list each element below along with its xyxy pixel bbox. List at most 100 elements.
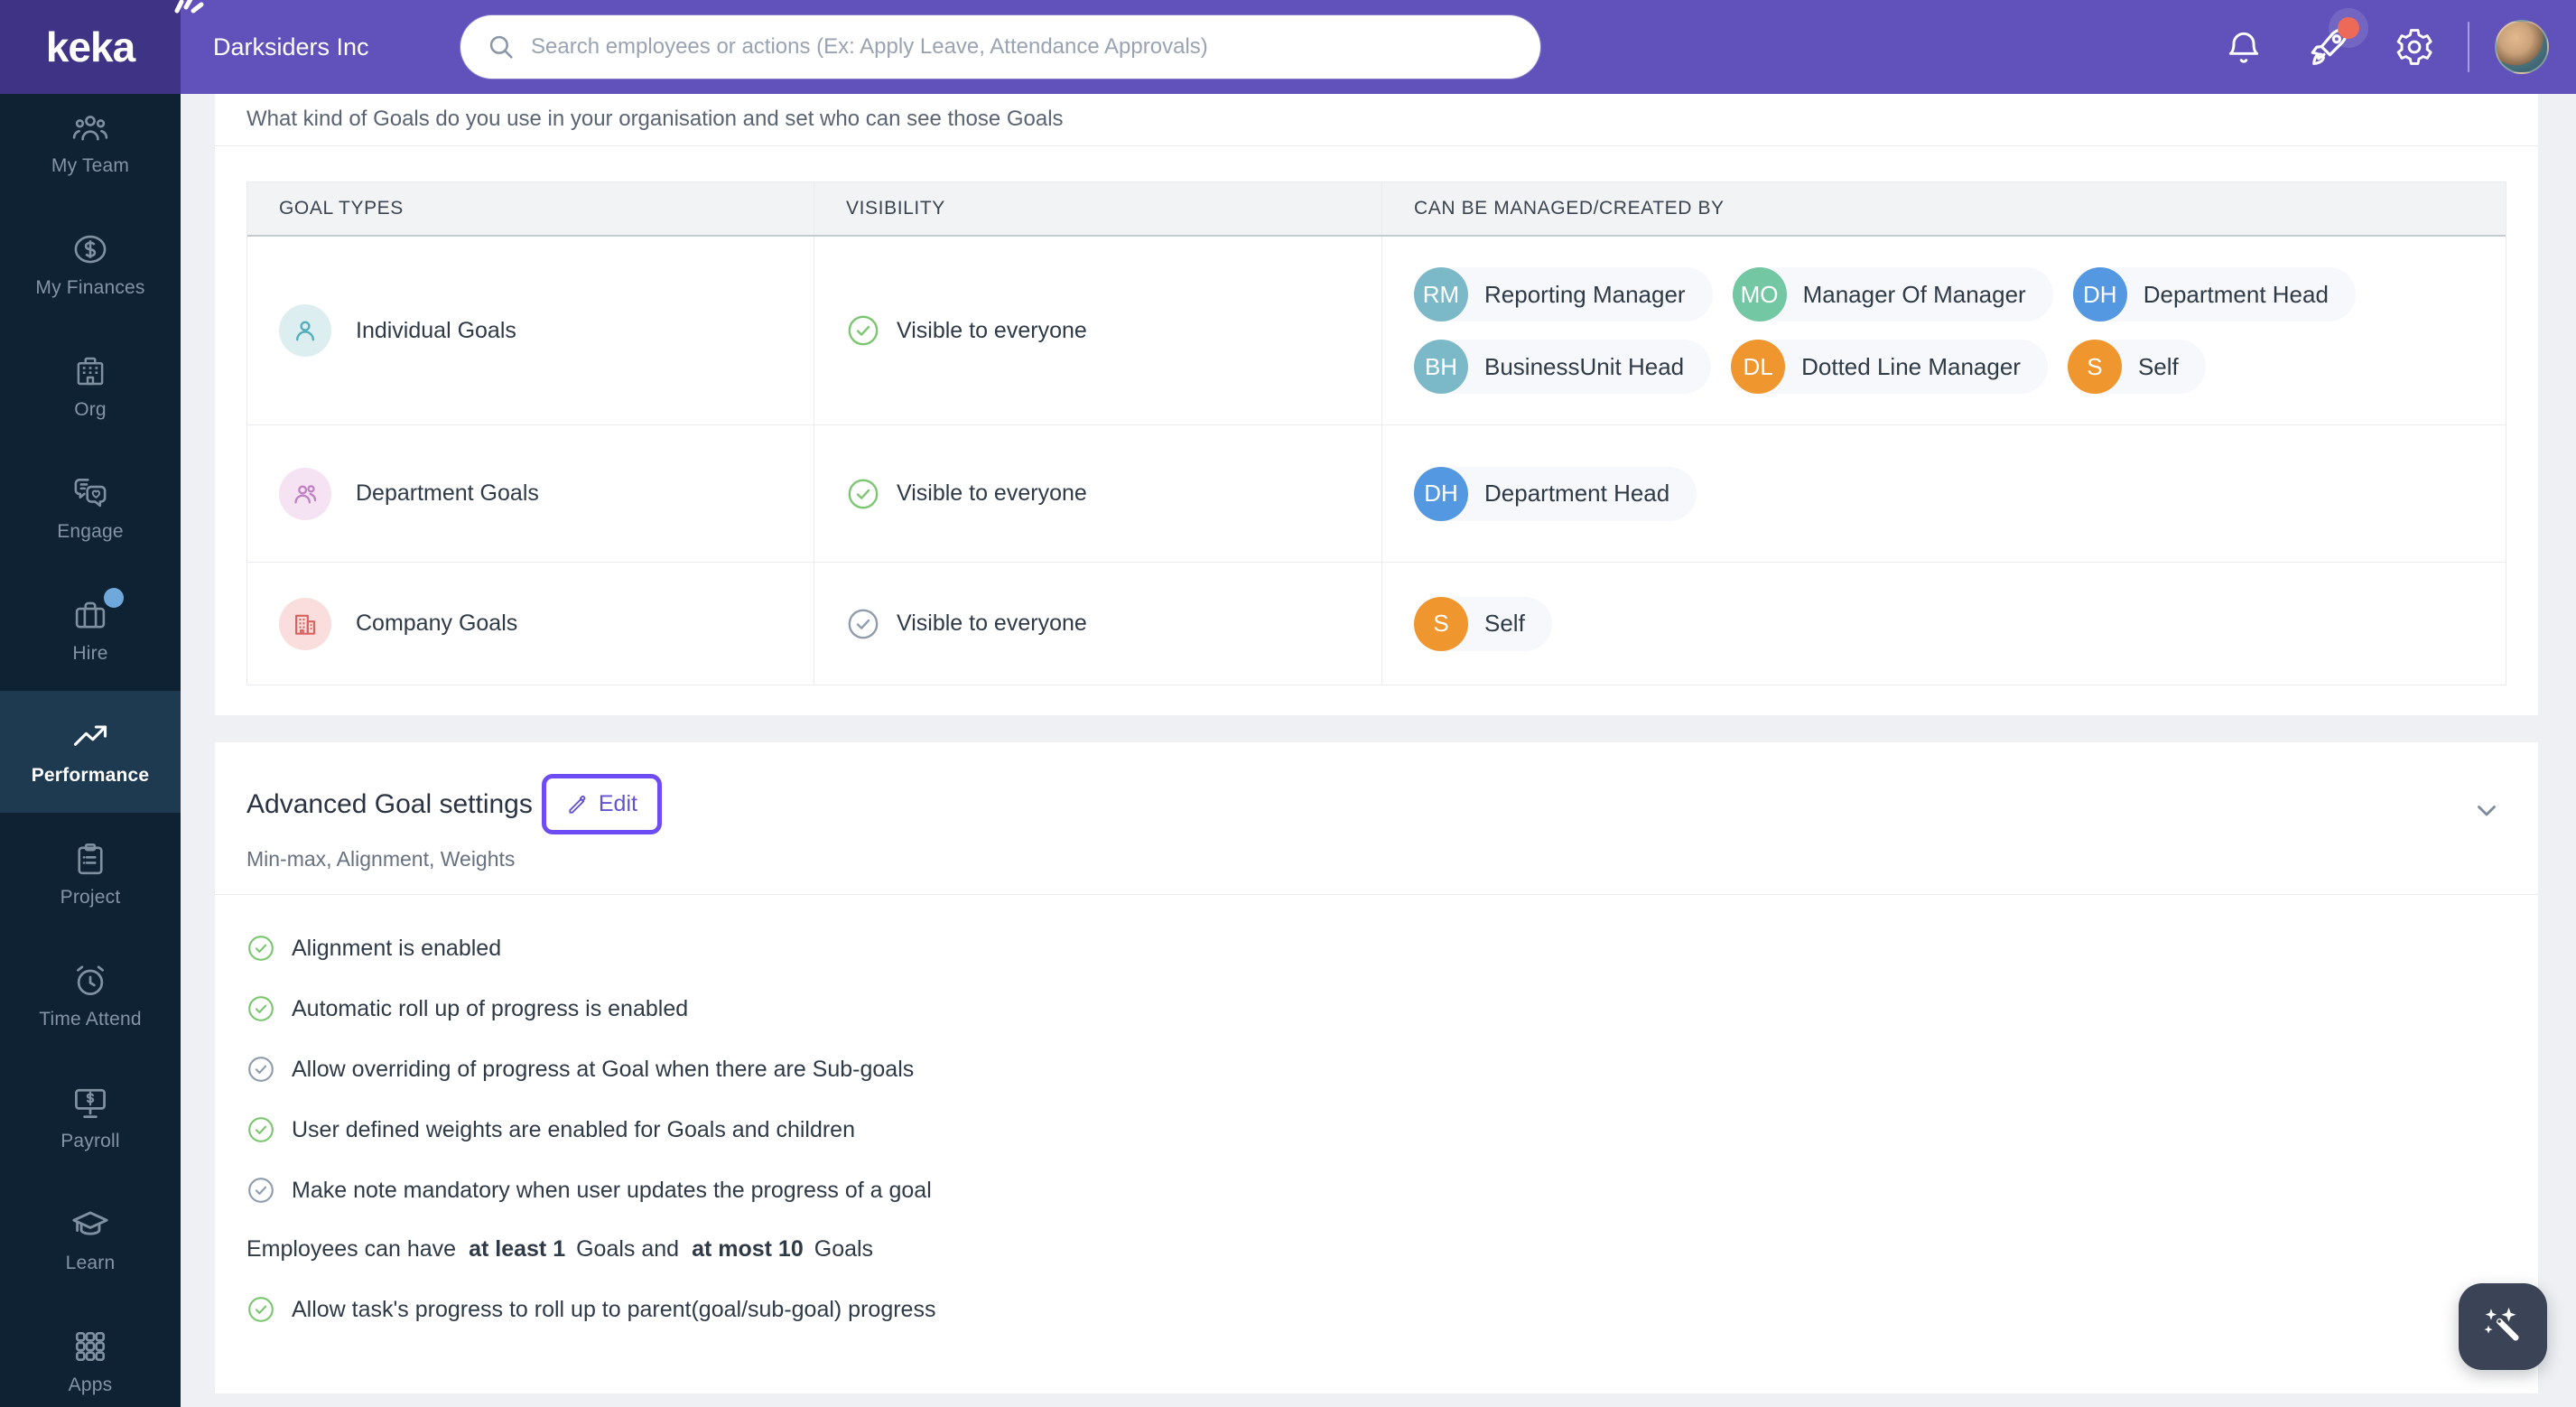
goal-type-label: Individual Goals	[356, 317, 516, 343]
setting-item-label: Make note mandatory when user updates th…	[292, 1177, 932, 1203]
sidebar-item-org[interactable]: Org	[0, 325, 181, 447]
edit-button-label: Edit	[598, 791, 637, 816]
sidebar-item-label: Payroll	[60, 1131, 120, 1151]
manager-badge: DH Department Head	[2072, 267, 2356, 321]
badge-label: Reporting Manager	[1484, 280, 1686, 308]
setting-item-label: Automatic roll up of progress is enabled	[292, 995, 689, 1021]
column-header-goal-types: GOAL TYPES	[247, 182, 814, 235]
payroll-icon	[70, 1083, 110, 1123]
global-search[interactable]	[460, 15, 1540, 79]
collapse-section-button[interactable]	[2462, 786, 2511, 839]
badge-label: Manager Of Manager	[1802, 280, 2026, 308]
logo-sparkle-icon	[174, 0, 204, 14]
sidebar-item-engage[interactable]: Engage	[0, 447, 181, 569]
badge-initials: MO	[1732, 267, 1787, 321]
employees-max-goals: at most 10	[692, 1235, 804, 1262]
setting-item-label: Allow overriding of progress at Goal whe…	[292, 1056, 915, 1082]
goal-types-subtitle: What kind of Goals do you use in your or…	[246, 107, 1064, 131]
badge-initials: BH	[1414, 340, 1468, 394]
badge-initials: DH	[1414, 466, 1468, 521]
advanced-goal-settings-card: Advanced Goal settings Edit Min-max, Ali…	[215, 742, 2538, 1393]
badge-label: Self	[1484, 610, 1525, 637]
settings-gear-icon[interactable]	[2394, 26, 2435, 68]
badge-label: BusinessUnit Head	[1484, 352, 1685, 380]
chevron-down-icon	[2478, 806, 2496, 816]
check-circle-icon	[248, 1057, 274, 1082]
sidebar-item-label: Hire	[72, 643, 108, 664]
employees-goal-limits-line: Employees can have at least 1 Goals and …	[246, 1235, 2506, 1263]
sidebar-item-performance[interactable]: Performance	[0, 691, 181, 813]
company-name: Darksiders Inc	[213, 33, 369, 61]
manager-badge: BH BusinessUnit Head	[1414, 340, 1712, 394]
employees-min-goals: at least 1	[469, 1235, 566, 1262]
person-icon	[279, 304, 331, 357]
announcements-rocket-icon[interactable]	[2307, 17, 2359, 70]
notifications-bell-icon[interactable]	[2224, 27, 2264, 67]
divider	[215, 894, 2538, 895]
topbar-actions	[2224, 0, 2549, 94]
setting-item-label: Alignment is enabled	[292, 935, 502, 961]
sidebar-item-payroll[interactable]: Payroll	[0, 1057, 181, 1179]
sidebar-item-hire[interactable]: Hire	[0, 569, 181, 691]
check-circle-icon	[248, 1297, 274, 1322]
advanced-settings-subtitle: Min-max, Alignment, Weights	[246, 847, 516, 871]
topbar: keka Darksiders Inc	[0, 0, 2576, 94]
hire-icon	[71, 588, 124, 635]
goal-type-label: Department Goals	[356, 480, 539, 506]
advanced-settings-list: Alignment is enabled Automatic roll up o…	[215, 935, 2538, 1323]
manager-badge: RM Reporting Manager	[1414, 267, 1713, 321]
topbar-divider	[2468, 22, 2469, 72]
column-header-visibility: VISIBILITY	[814, 182, 1382, 235]
sidebar-item-project[interactable]: Project	[0, 813, 181, 935]
manager-badge: MO Manager Of Manager	[1732, 267, 2053, 321]
setting-item: User defined weights are enabled for Goa…	[246, 1116, 2506, 1143]
sidebar-item-apps[interactable]: Apps	[0, 1300, 181, 1407]
learn-icon	[70, 1205, 111, 1244]
badge-label: Department Head	[1484, 480, 1670, 507]
advanced-settings-title: Advanced Goal settings	[246, 788, 533, 819]
table-row-company-goals: Company Goals Visible to everyone S Self	[247, 563, 2506, 685]
sidebar-item-time-attend[interactable]: Time Attend	[0, 935, 181, 1057]
user-avatar[interactable]	[2495, 20, 2549, 74]
badge-initials: DH	[2072, 267, 2127, 321]
visibility-label: Visible to everyone	[897, 480, 1087, 506]
sidebar-item-label: Apps	[68, 1374, 113, 1395]
setting-item-label: User defined weights are enabled for Goa…	[292, 1116, 855, 1142]
badge-initials: S	[2067, 340, 2122, 394]
search-icon	[489, 35, 513, 59]
assistant-wand-button[interactable]	[2459, 1283, 2547, 1370]
manager-badge: S Self	[2067, 340, 2206, 394]
employees-line-mid: Goals and	[576, 1235, 680, 1262]
apps-icon	[71, 1327, 109, 1366]
edit-button[interactable]: Edit	[541, 774, 662, 834]
search-input[interactable]	[531, 34, 1515, 60]
setting-item: Allow overriding of progress at Goal whe…	[246, 1056, 2506, 1083]
sidebar-item-label: Org	[74, 399, 107, 420]
sidebar-item-label: Performance	[31, 765, 150, 786]
engage-icon	[70, 473, 110, 513]
employees-line-prefix: Employees can have	[246, 1235, 457, 1262]
setting-item: Alignment is enabled	[246, 935, 2506, 962]
main-content: What kind of Goals do you use in your or…	[181, 94, 2576, 1407]
goal-type-label: Company Goals	[356, 610, 518, 636]
setting-item: Allow task's progress to roll up to pare…	[246, 1296, 2506, 1323]
check-circle-icon	[248, 1117, 274, 1142]
setting-item: Make note mandatory when user updates th…	[246, 1177, 2506, 1204]
magic-wand-icon	[2484, 1307, 2519, 1341]
sidebar-item-learn[interactable]: Learn	[0, 1179, 181, 1300]
badge-label: Dotted Line Manager	[1801, 352, 2021, 380]
manager-badge: S Self	[1414, 596, 1552, 651]
setting-item: Automatic roll up of progress is enabled	[246, 995, 2506, 1022]
sidebar-item-my-finances[interactable]: My Finances	[0, 203, 181, 325]
keka-logo[interactable]: keka	[0, 0, 204, 94]
sidebar-item-my-team[interactable]: My Team	[0, 94, 181, 203]
keka-logo-text: keka	[45, 23, 135, 70]
performance-icon	[70, 717, 110, 757]
finances-icon	[71, 229, 109, 269]
check-circle-icon	[848, 315, 879, 346]
check-circle-icon	[248, 996, 274, 1021]
building-icon	[279, 597, 331, 650]
employees-line-suffix: Goals	[814, 1235, 874, 1262]
divider	[215, 145, 2538, 146]
sidebar: My Team My Finances Org Engage Hire Perf…	[0, 94, 181, 1407]
